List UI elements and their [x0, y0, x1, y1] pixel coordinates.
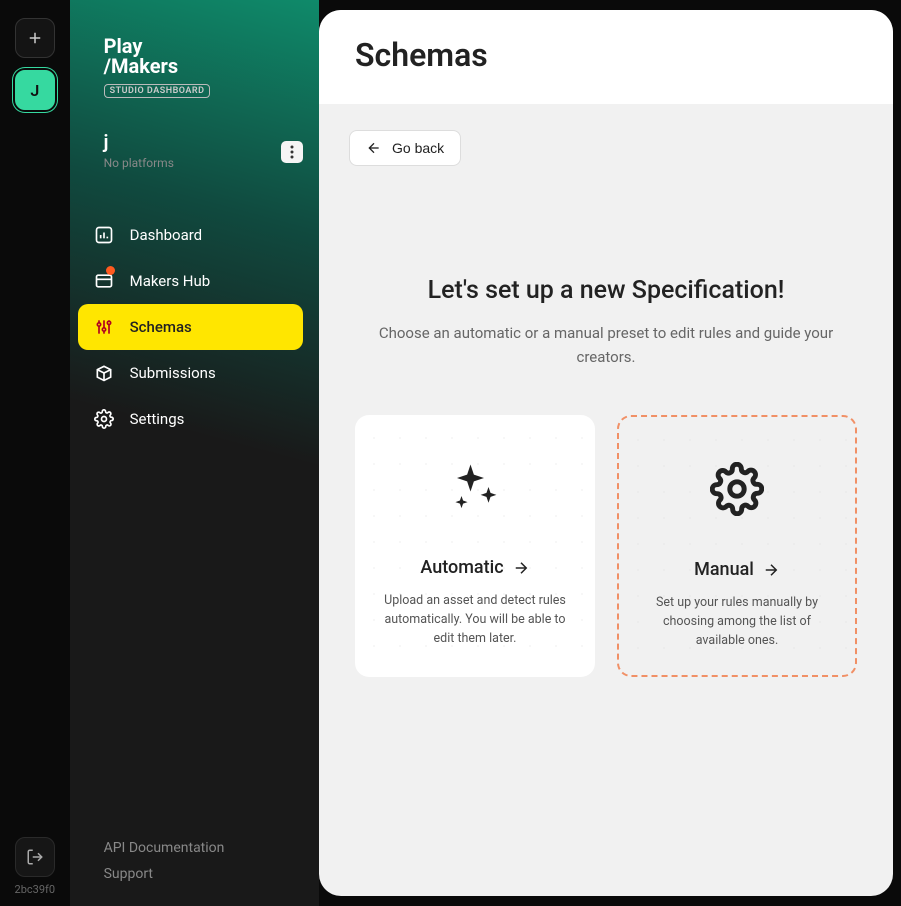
notification-dot [106, 266, 115, 275]
go-back-label: Go back [392, 140, 444, 156]
logout-button[interactable] [15, 837, 55, 877]
workspace-info: j No platforms [104, 134, 174, 170]
logo-line-1: Play [104, 36, 303, 56]
workspace-letter: J [30, 81, 39, 100]
sidebar-item-label: Makers Hub [130, 272, 211, 290]
arrow-left-icon [366, 140, 382, 156]
sidebar-item-makers-hub[interactable]: Makers Hub [78, 258, 303, 304]
api-documentation-link[interactable]: API Documentation [104, 840, 303, 856]
card-automatic-desc: Upload an asset and detect rules automat… [379, 592, 571, 648]
sparkles-icon [447, 459, 503, 515]
workspace-tile[interactable]: J [15, 70, 55, 110]
workspace-name: j [104, 134, 174, 152]
card-automatic[interactable]: Automatic Upload an asset and detect rul… [355, 415, 595, 677]
logo: Play /Makers STUDIO DASHBOARD [70, 0, 319, 108]
gear-icon [709, 461, 765, 517]
logo-line-2: /Makers [104, 56, 303, 76]
arrow-right-icon [762, 561, 780, 579]
page-title: Schemas [355, 36, 857, 74]
sidebar-item-label: Dashboard [130, 226, 203, 244]
sidebar-item-label: Settings [130, 410, 185, 428]
logout-icon [26, 848, 44, 866]
card-manual-desc: Set up your rules manually by choosing a… [643, 594, 831, 650]
card-automatic-title: Automatic [420, 557, 503, 578]
bar-chart-icon [94, 225, 114, 245]
dots-vertical-icon [290, 145, 294, 159]
sliders-icon [94, 317, 114, 337]
main-panel: Schemas Go back Let's set up a new Speci… [319, 10, 893, 896]
logo-badge: STUDIO DASHBOARD [104, 84, 211, 98]
workspace-menu-button[interactable] [281, 141, 303, 163]
sidebar-item-settings[interactable]: Settings [78, 396, 303, 442]
package-icon [94, 363, 114, 383]
spec-subheading: Choose an automatic or a manual preset t… [366, 321, 846, 369]
build-hash: 2bc39f0 [15, 883, 56, 896]
app-rail: J 2bc39f0 [0, 0, 70, 906]
gear-icon [94, 409, 114, 429]
workspace-subtitle: No platforms [104, 156, 174, 170]
sidebar-footer: API Documentation Support [70, 840, 319, 906]
plus-icon [26, 29, 44, 47]
spec-heading: Let's set up a new Specification! [355, 276, 857, 305]
go-back-button[interactable]: Go back [349, 130, 461, 166]
sidebar-item-label: Submissions [130, 364, 216, 382]
support-link[interactable]: Support [104, 866, 303, 882]
card-manual-title: Manual [694, 559, 754, 580]
sidebar-item-label: Schemas [130, 318, 192, 336]
sidebar-item-dashboard[interactable]: Dashboard [78, 212, 303, 258]
sidebar-nav: Dashboard Makers Hub Schemas Submissions [70, 212, 319, 442]
sidebar: Play /Makers STUDIO DASHBOARD j No platf… [70, 0, 319, 906]
main-header: Schemas [319, 10, 893, 104]
card-manual[interactable]: Manual Set up your rules manually by cho… [617, 415, 857, 677]
sidebar-item-submissions[interactable]: Submissions [78, 350, 303, 396]
sidebar-item-schemas[interactable]: Schemas [78, 304, 303, 350]
arrow-right-icon [512, 559, 530, 577]
add-workspace-button[interactable] [15, 18, 55, 58]
